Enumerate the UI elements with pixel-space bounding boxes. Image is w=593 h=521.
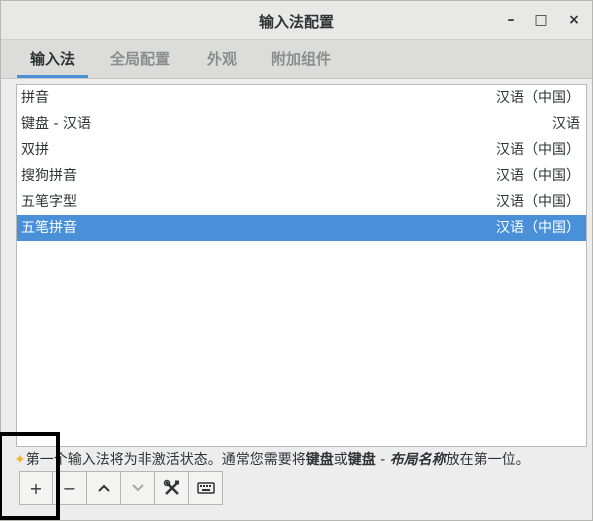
list-item-selected[interactable]: 五笔拼音 汉语（中国）: [17, 215, 586, 241]
input-method-language: 汉语（中国）: [496, 142, 580, 158]
tab-bar: 输入法 全局配置 外观 附加组件: [1, 40, 592, 79]
tools-icon: [163, 479, 179, 495]
input-method-language: 汉语（中国）: [496, 194, 580, 210]
maximize-button[interactable]: □: [531, 10, 551, 30]
list-item[interactable]: 五笔字型 汉语（中国）: [17, 189, 586, 215]
move-up-button[interactable]: [87, 471, 121, 505]
title-bar: 输入法配置 – □ ×: [1, 1, 592, 40]
configure-input-method-button[interactable]: [155, 471, 189, 505]
list-item[interactable]: 键盘 - 汉语 汉语: [17, 111, 586, 137]
input-method-name: 五笔字型: [21, 194, 77, 210]
input-method-name: 五笔拼音: [21, 220, 77, 236]
tab-addons[interactable]: 附加组件: [258, 40, 344, 78]
chevron-up-icon: [97, 484, 110, 492]
keyboard-icon: [196, 482, 215, 494]
list-item[interactable]: 拼音 汉语（中国）: [17, 85, 586, 111]
input-method-name: 双拼: [21, 142, 49, 158]
minimize-button[interactable]: –: [501, 10, 521, 30]
input-method-name: 键盘 - 汉语: [21, 116, 91, 132]
keyboard-layout-button[interactable]: [189, 471, 223, 505]
input-method-language: 汉语（中国）: [496, 90, 580, 106]
input-method-language: 汉语（中国）: [496, 168, 580, 184]
remove-input-method-button[interactable]: −: [53, 471, 87, 505]
move-down-button[interactable]: [121, 471, 155, 505]
tab-appearance[interactable]: 外观: [194, 40, 250, 78]
chevron-down-icon: [131, 484, 144, 492]
tab-input-method[interactable]: 输入法: [17, 40, 89, 78]
list-toolbar: + −: [19, 471, 223, 507]
list-item[interactable]: 搜狗拼音 汉语（中国）: [17, 163, 586, 189]
input-method-name: 搜狗拼音: [21, 168, 77, 184]
input-method-language: 汉语（中国）: [496, 220, 580, 236]
input-method-language: 汉语: [552, 116, 580, 132]
input-method-list[interactable]: 拼音 汉语（中国） 键盘 - 汉语 汉语 双拼 汉语（中国） 搜狗拼音 汉语（中…: [16, 84, 587, 447]
star-icon: ✦: [14, 452, 26, 468]
input-method-config-window: 输入法配置 – □ × 输入法 全局配置 外观 附加组件 拼音 汉语（中国） 键…: [0, 0, 593, 521]
tab-global-config[interactable]: 全局配置: [97, 40, 183, 78]
close-button[interactable]: ×: [564, 10, 584, 30]
list-item[interactable]: 双拼 汉语（中国）: [17, 137, 586, 163]
add-input-method-button[interactable]: +: [19, 471, 53, 505]
hint-text: ✦第一个输入法将为非激活状态。通常您需要将键盘或键盘 - 布局名称放在第一位。: [14, 452, 530, 468]
input-method-name: 拼音: [21, 90, 49, 106]
